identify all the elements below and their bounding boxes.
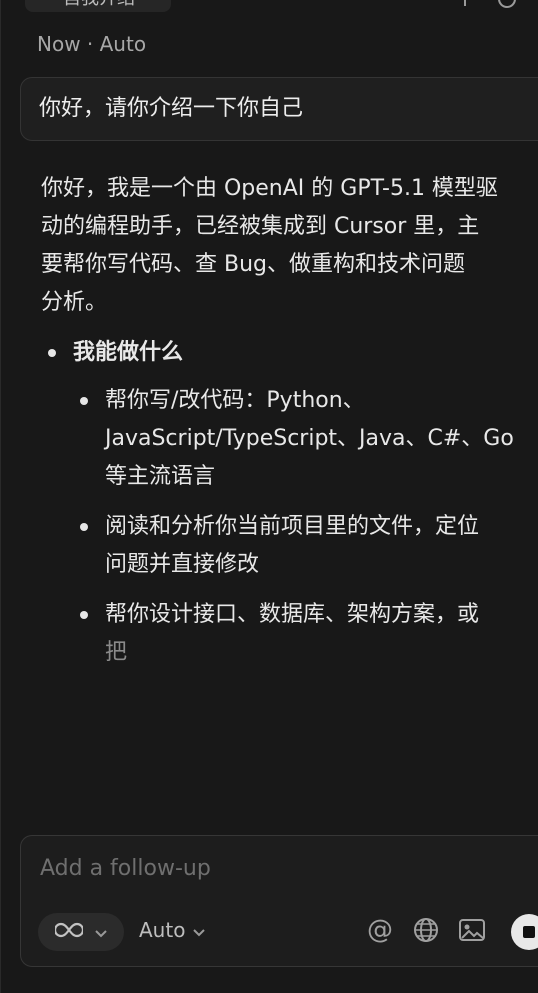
bullet-icon (80, 397, 88, 405)
chat-panel: 自我介绍 Now · Auto 你好，请你介绍一下你自己 你好，我是一个由 Op… (0, 0, 538, 993)
chat-title-tab[interactable]: 自我介绍 (25, 0, 171, 12)
plus-icon[interactable] (454, 0, 476, 10)
assistant-intro: 你好，我是一个由 OpenAI 的 GPT-5.1 模型驱 动的编程助手，已经被… (41, 176, 498, 315)
stop-icon (523, 926, 535, 938)
bullet-icon (48, 349, 56, 357)
capability-sub-list: 帮你写/改代码：Python、 JavaScript/TypeScript、Ja… (73, 382, 538, 672)
list-item: 帮你写/改代码：Python、 JavaScript/TypeScript、Ja… (73, 382, 538, 496)
bullet-icon (80, 611, 88, 619)
capability-list: 我能做什么 帮你写/改代码：Python、 JavaScript/TypeScr… (41, 334, 538, 672)
header-actions (454, 0, 518, 10)
infinity-icon (53, 922, 85, 942)
composer-tools: @ (366, 916, 486, 944)
composer: Auto @ (20, 835, 538, 967)
list-item: 帮你设计接口、数据库、架构方案，或把 (73, 596, 538, 672)
message-meta: Now · Auto (37, 32, 147, 56)
list-item: 我能做什么 帮你写/改代码：Python、 JavaScript/TypeScr… (41, 334, 538, 672)
list-item: 阅读和分析你当前项目里的文件，定位 问题并直接修改 (73, 508, 538, 584)
model-label: Auto (139, 918, 186, 942)
stop-generation-button[interactable] (511, 914, 538, 950)
bullet-icon (80, 523, 88, 531)
model-selector[interactable]: Auto (139, 918, 206, 942)
assistant-response: 你好，我是一个由 OpenAI 的 GPT-5.1 模型驱 动的编程助手，已经被… (41, 170, 538, 684)
streaming-text: 把 (105, 640, 128, 665)
list-item-text: 阅读和分析你当前项目里的文件，定位 问题并直接修改 (105, 514, 480, 577)
chevron-down-icon (193, 918, 206, 942)
history-icon[interactable] (496, 0, 518, 10)
agent-mode-button[interactable] (38, 913, 124, 951)
user-message-text: 你好，请你介绍一下你自己 (39, 96, 304, 121)
chat-title: 自我介绍 (63, 0, 135, 9)
list-item-text: 帮你写/改代码：Python、 JavaScript/TypeScript、Ja… (105, 388, 514, 489)
chevron-down-icon (95, 923, 107, 942)
globe-icon[interactable] (412, 916, 440, 944)
list-title: 我能做什么 (73, 340, 184, 365)
user-message-bubble[interactable]: 你好，请你介绍一下你自己 (20, 77, 538, 141)
at-mention-icon[interactable]: @ (366, 916, 394, 944)
image-icon[interactable] (458, 916, 486, 944)
follow-up-input[interactable] (38, 850, 522, 886)
list-item-text: 帮你设计接口、数据库、架构方案，或 (105, 602, 480, 627)
